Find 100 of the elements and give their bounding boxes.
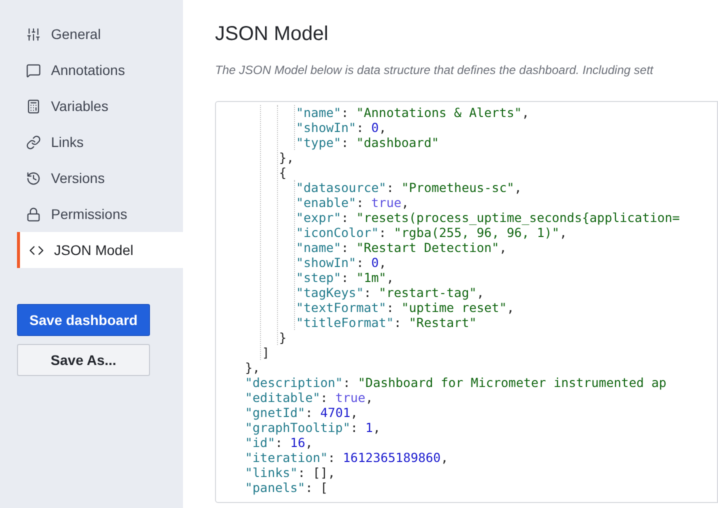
code-token: "Prometheus-sc" — [401, 180, 514, 195]
code-token: : — [305, 480, 314, 495]
code-token: "enable" — [296, 195, 356, 210]
code-token: "links" — [245, 465, 298, 480]
code-token: : — [341, 135, 350, 150]
code-token: "editable" — [245, 390, 320, 405]
code-token: : — [298, 465, 306, 480]
code-token: , — [386, 270, 394, 285]
sidebar-item[interactable]: Links — [17, 124, 183, 160]
code-token: : — [364, 285, 372, 300]
code-token: : — [275, 435, 284, 450]
code-token: , — [522, 105, 530, 120]
code-token: , — [378, 255, 386, 270]
code-token: "Restart Detection" — [356, 240, 500, 255]
code-token: "textFormat" — [296, 300, 386, 315]
code-token: , — [378, 120, 386, 135]
code-token: } — [279, 330, 287, 345]
code-token: "1m" — [356, 270, 386, 285]
sidebar-item[interactable]: Annotations — [17, 52, 183, 88]
code-token: , — [365, 390, 373, 405]
code-token: , — [440, 450, 448, 465]
code-token: "graphTooltip" — [245, 420, 350, 435]
code-token: 4701 — [320, 405, 350, 420]
code-token: , — [476, 285, 484, 300]
code-token: "restart-tag" — [378, 285, 477, 300]
code-token: "gnetId" — [245, 405, 306, 420]
code-token: : — [356, 195, 365, 210]
code-token: { — [279, 165, 287, 180]
code-token: "dashboard" — [356, 135, 440, 150]
code-token: , — [559, 225, 567, 240]
code-token: , — [372, 420, 380, 435]
code-token: [ — [320, 480, 328, 495]
sidebar-item[interactable]: Permissions — [17, 196, 183, 232]
code-token: "showIn" — [296, 120, 356, 135]
code-token: "Dashboard for Micrometer instrumented ap — [358, 375, 666, 390]
link-icon — [26, 134, 41, 150]
history-icon — [26, 170, 41, 186]
code-token: "description" — [245, 375, 343, 390]
code-token: : — [350, 420, 359, 435]
code-token: "tagKeys" — [296, 285, 364, 300]
code-token: : — [320, 390, 329, 405]
code-token: : — [341, 240, 350, 255]
code-token: true — [371, 195, 402, 210]
page-title: JSON Model — [215, 22, 330, 47]
comment-icon — [26, 62, 41, 78]
json-editor[interactable] — [215, 101, 718, 503]
code-token: , — [514, 180, 522, 195]
sliders-icon — [26, 26, 41, 42]
code-token: "expr" — [296, 210, 342, 225]
code-token: : — [341, 210, 350, 225]
code-token: : — [386, 180, 395, 195]
code-token: "Annotations & Alerts" — [356, 105, 522, 120]
code-token: : — [386, 300, 395, 315]
code-token: : — [394, 315, 402, 330]
code-token: : — [341, 105, 350, 120]
code-token: , — [401, 195, 409, 210]
code-token: , — [506, 300, 514, 315]
code-token: : — [341, 270, 350, 285]
code-token: : — [356, 255, 365, 270]
code-token: "rgba(255, 96, 96, 1)" — [394, 225, 560, 240]
sidebar-item[interactable]: Versions — [17, 160, 183, 196]
code-token: : — [342, 375, 352, 390]
code-token: "id" — [245, 435, 276, 450]
code-token: true — [335, 390, 366, 405]
code-token: "name" — [296, 240, 342, 255]
code-token: "iconColor" — [296, 225, 379, 240]
code-token: , — [350, 405, 358, 420]
sidebar-item[interactable]: Variables — [17, 88, 183, 124]
lock-icon — [26, 206, 41, 222]
code-token: "name" — [296, 105, 342, 120]
page-description: The JSON Model below is data structure that defines the dashboard. Including sett — [215, 62, 654, 79]
code-token: 0 — [371, 120, 379, 135]
code-token: : — [356, 120, 365, 135]
code-token: "uptime reset" — [401, 300, 507, 315]
sidebar-item[interactable]: General — [17, 16, 183, 52]
code-token: , — [499, 240, 507, 255]
code-token: 0 — [371, 255, 379, 270]
code-token: "titleFormat" — [296, 315, 394, 330]
code-token: ] — [262, 345, 270, 360]
code-token: "iteration" — [245, 450, 328, 465]
code-token: : — [328, 450, 336, 465]
save-button[interactable]: Save As... — [17, 344, 150, 376]
code-token: "datasource" — [296, 180, 386, 195]
code-token: : — [305, 405, 314, 420]
code-token: 1 — [365, 420, 373, 435]
code-token: [], — [312, 465, 336, 480]
code-token: "panels" — [245, 480, 306, 495]
sidebar-item[interactable]: JSON Model — [17, 232, 183, 268]
code-token: 16 — [290, 435, 306, 450]
code-token: : — [378, 225, 388, 240]
code-token: "Restart" — [408, 315, 477, 330]
code-token: "step" — [296, 270, 342, 285]
code-token: , — [305, 435, 313, 450]
code-token: "type" — [296, 135, 342, 150]
code-token: 1612365189860 — [342, 450, 441, 465]
code-token: "showIn" — [296, 255, 356, 270]
calculator-icon — [26, 98, 41, 114]
save-button[interactable]: Save dashboard — [17, 304, 150, 336]
code-token: "resets(process_uptime_seconds{application= — [356, 210, 680, 225]
code-token: }, — [245, 360, 260, 375]
